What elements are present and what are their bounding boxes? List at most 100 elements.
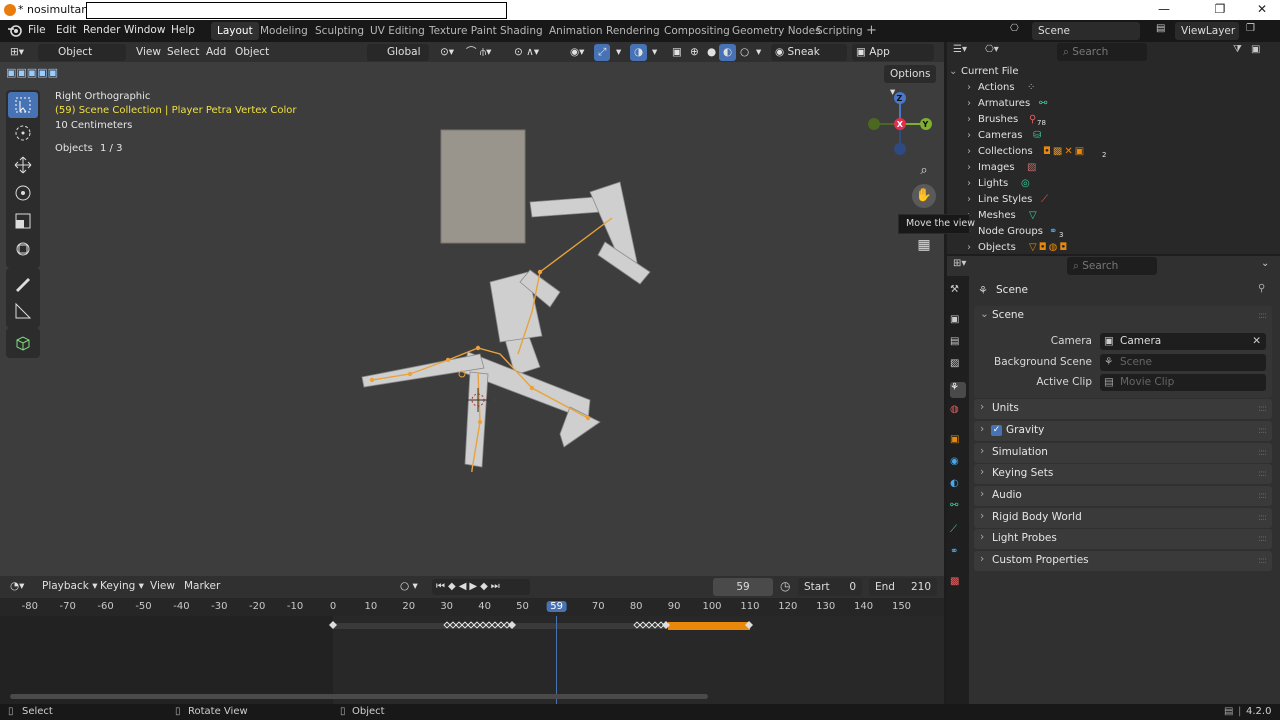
solid-shading-icon[interactable]: ●	[703, 44, 720, 61]
cursor-tool[interactable]	[8, 120, 38, 146]
playback-controls[interactable]: ⏮◆◀▶◆⏭	[432, 579, 530, 595]
add-workspace-button[interactable]: +	[860, 22, 883, 40]
shading-dropdown-icon[interactable]: ▾	[752, 44, 765, 61]
custom-properties-panel[interactable]: › Custom Properties::::	[974, 551, 1272, 571]
viewlayer-icon[interactable]: ▤	[1156, 23, 1165, 34]
tab-modeling[interactable]: Modeling	[254, 22, 314, 40]
move-tool[interactable]	[8, 152, 38, 178]
menu-select[interactable]: Select	[163, 44, 203, 61]
current-frame-field[interactable]: 59	[713, 578, 773, 596]
units-panel[interactable]: › Units::::	[974, 399, 1272, 419]
app-manager-button[interactable]: ▣ App Manager	[852, 44, 934, 75]
keying-sets-panel[interactable]: › Keying Sets::::	[974, 464, 1272, 484]
pan-view-icon[interactable]: ✋	[912, 184, 936, 208]
scale-tool[interactable]	[8, 208, 38, 234]
tool-tab-icon[interactable]: ⚒	[950, 284, 966, 300]
editor-type-icon[interactable]: ⊞▾	[6, 44, 28, 61]
tab-compositing[interactable]: Compositing	[658, 22, 736, 40]
output-tab-icon[interactable]: ▤	[950, 336, 966, 352]
menu-help[interactable]: Help	[171, 24, 195, 36]
close-button[interactable]: ✕	[1242, 2, 1280, 16]
outliner-search-input[interactable]: ⌕ Search	[1057, 43, 1147, 61]
object-tab-icon[interactable]: ▣	[950, 434, 966, 450]
display-mode-icon[interactable]: ⎔▾	[985, 44, 999, 55]
timeline-menu-marker[interactable]: Marker	[180, 578, 224, 595]
wireframe-shading-icon[interactable]: ⊕	[686, 44, 703, 61]
physics-tab-icon[interactable]: ◐	[950, 478, 966, 494]
copy-viewlayer-icon[interactable]: ❐	[1246, 23, 1255, 34]
auto-key-icon[interactable]: ○ ▾	[396, 578, 422, 595]
menu-edit[interactable]: Edit	[56, 24, 76, 36]
options-dropdown[interactable]: Options ▾	[884, 65, 936, 98]
world-tab-icon[interactable]: ◍	[950, 404, 966, 420]
menu-view[interactable]: View	[132, 44, 165, 61]
tab-uv-editing[interactable]: UV Editing	[364, 22, 431, 40]
start-frame-field[interactable]: Start 0	[798, 578, 862, 596]
tab-animation[interactable]: Animation	[543, 22, 609, 40]
keying-dropdown[interactable]: Keying ▾	[96, 578, 148, 595]
sneak-peek-button[interactable]: ◉ Sneak Peek	[771, 44, 847, 75]
constraints-tab-icon[interactable]: ⚭	[950, 546, 966, 562]
outliner-editor-icon[interactable]: ☰▾	[953, 44, 967, 55]
tab-shading[interactable]: Shading	[494, 22, 549, 40]
proportional-edit-icon[interactable]: ⊙ ∧▾	[510, 44, 543, 61]
audio-panel[interactable]: › Audio::::	[974, 486, 1272, 506]
toggle-camera-grid-icon[interactable]: ▦	[912, 234, 936, 256]
visibility-icon[interactable]: ◉▾	[566, 44, 588, 61]
keyframes[interactable]	[0, 616, 944, 636]
outliner-item-images[interactable]: › Images ▨	[947, 162, 1267, 178]
tab-texture-paint[interactable]: Texture Paint	[423, 22, 503, 40]
scene-panel-title[interactable]: Scene	[992, 309, 1024, 321]
timeline-scrollbar[interactable]	[10, 694, 708, 699]
outliner-item-objects[interactable]: › Objects ▽◘◍◘	[947, 242, 1267, 254]
select-box-tool[interactable]	[8, 92, 38, 118]
pin-icon[interactable]: ⚲	[1258, 283, 1265, 294]
orientation-dropdown[interactable]: Global ▾	[367, 44, 429, 75]
title-text-box[interactable]	[86, 2, 507, 19]
mode-dropdown[interactable]: Object Mode ▾	[38, 44, 126, 75]
menu-render[interactable]: Render	[83, 24, 120, 36]
gizmo-toggle-icon[interactable]: ⤢	[594, 44, 611, 61]
measure-tool[interactable]	[8, 298, 38, 324]
properties-search-input[interactable]: ⌕ Search	[1067, 257, 1157, 275]
timeline-ruler[interactable]: -80 -70 -60 -50 -40 -30 -20 -10 0 10 20 30 40 50 59 70 8…	[0, 598, 944, 616]
texture-tab-icon[interactable]: ▩	[950, 576, 966, 592]
snap-icon[interactable]: ⌒ ⫛▾	[462, 44, 495, 61]
scene-field[interactable]: Scene	[1032, 22, 1140, 40]
outliner-root-row[interactable]: ⌄ Current File	[947, 66, 1267, 82]
properties-options-icon[interactable]: ⌄	[1261, 258, 1269, 269]
material-shading-icon[interactable]: ◐	[719, 44, 737, 61]
character-model[interactable]	[350, 122, 660, 472]
bone-tab-icon[interactable]: ⟋	[950, 524, 966, 540]
tab-rendering[interactable]: Rendering	[600, 22, 666, 40]
scene-selector-icon[interactable]: ⎔	[1010, 23, 1030, 39]
timeline-menu-view[interactable]: View	[146, 578, 179, 595]
outliner-item-actions[interactable]: › Actions ⁘	[947, 82, 1267, 98]
end-frame-field[interactable]: End 210	[869, 578, 937, 596]
outliner-item-line-styles[interactable]: › Line Styles ⟋	[947, 194, 1267, 210]
gravity-checkbox[interactable]: ✓	[991, 425, 1002, 436]
simulation-panel[interactable]: › Simulation::::	[974, 443, 1272, 463]
timeline-body[interactable]	[0, 616, 944, 704]
minimize-button[interactable]: —	[1144, 2, 1184, 16]
render-tab-icon[interactable]: ▣	[950, 314, 966, 330]
menu-add[interactable]: Add	[202, 44, 230, 61]
background-scene-field[interactable]: ⚘ Scene	[1100, 354, 1266, 371]
new-collection-icon[interactable]: ▣	[1251, 44, 1260, 55]
menu-window[interactable]: Window	[124, 24, 165, 36]
outliner-item-armatures[interactable]: › Armatures ⚯	[947, 98, 1267, 114]
3d-viewport[interactable]: ▣▣▣▣▣ Right Orthographic (59) Scene Coll…	[0, 62, 975, 576]
annotate-tool[interactable]	[8, 270, 38, 296]
maximize-button[interactable]: ❐	[1200, 2, 1240, 16]
gizmo-dropdown-icon[interactable]: ▾	[612, 44, 625, 61]
blender-menu-icon[interactable]	[8, 25, 22, 37]
scene-tab-icon[interactable]: ⚘	[950, 382, 966, 398]
tab-layout[interactable]: Layout	[211, 22, 259, 40]
gizmo-neg-z-axis[interactable]	[894, 143, 906, 155]
xray-icon[interactable]: ▣	[668, 44, 686, 61]
menu-object[interactable]: Object	[231, 44, 273, 61]
tab-sculpting[interactable]: Sculpting	[309, 22, 370, 40]
pivot-icon[interactable]: ⊙▾	[436, 44, 458, 61]
rotate-tool[interactable]	[8, 180, 38, 206]
modifiers-tab-icon[interactable]: ◉	[950, 456, 966, 472]
